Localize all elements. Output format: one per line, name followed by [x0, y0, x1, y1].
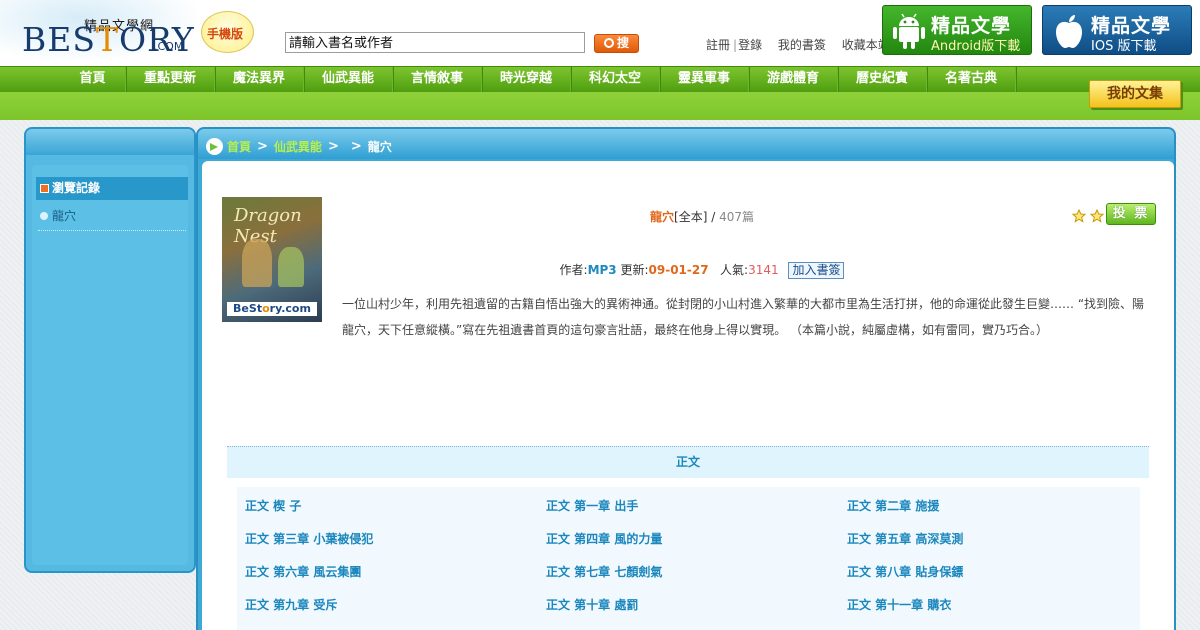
book-name[interactable]: 龍穴 [650, 210, 674, 224]
my-bookshelf-link[interactable]: 我的書簽 [778, 38, 826, 52]
vote-button[interactable]: 投 票 [1106, 203, 1156, 225]
nav-item-magic[interactable]: 魔法異界 [215, 67, 304, 93]
nav-item-history[interactable]: 曆史紀實 [838, 67, 927, 93]
chapter-link[interactable]: 正文 第六章 風云集團 [245, 563, 361, 580]
chapter-row: 正文 第六章 風云集團 正文 第七章 七顏劍氣 正文 第八章 貼身保鏢 [237, 553, 1140, 586]
chapter-row: 正文 第九章 受斥 正文 第十章 處罰 正文 第十一章 購衣 [237, 586, 1140, 619]
chapter-link[interactable]: 正文 第一章 出手 [546, 497, 638, 514]
site-logo[interactable]: 精品文學網 BESTORY .COM [0, 0, 196, 60]
cover-figure [242, 239, 272, 287]
nav-item-key-updates[interactable]: 重點更新 [126, 67, 215, 93]
star-icon [1089, 208, 1105, 223]
my-collection-button[interactable]: 我的文集 [1089, 80, 1181, 108]
popularity-value: 3141 [748, 263, 779, 277]
main-panel: 首頁 > 仙武異能 > > 龍穴 Dragon Nest BeStory.com… [196, 127, 1176, 630]
ios-download-button[interactable]: 精品文學 IOS 版下載 [1042, 5, 1192, 55]
breadcrumb-category[interactable]: 仙武異能 [274, 138, 322, 155]
main-nav: 首頁 重點更新 魔法異界 仙武異能 言情敘事 時光穿越 科幻太空 靈異軍事 游戲… [0, 66, 1200, 93]
chapter-link[interactable]: 正文 第二章 施援 [847, 497, 939, 514]
android-app-title: 精品文學 [931, 15, 1012, 37]
add-bookmark-button[interactable]: 加入書簽 [788, 262, 845, 279]
update-date: 09-01-27 [648, 263, 709, 277]
book-detail-content: Dragon Nest BeStory.com 龍穴[全本] / 407篇 投 … [202, 161, 1174, 630]
android-download-button[interactable]: 精品文學 Android版下載 [882, 5, 1032, 55]
update-label: 更新: [620, 263, 649, 277]
breadcrumb-home[interactable]: 首頁 [227, 138, 251, 155]
star-icon [1071, 208, 1087, 223]
history-item[interactable]: 龍穴 [38, 207, 186, 231]
mobile-version-badge[interactable]: 手機版 [201, 11, 254, 53]
login-link[interactable]: 登錄 [738, 38, 762, 52]
site-header: 精品文學網 BESTORY .COM 手機版 請輸入書名或作者 搜 註冊 |登錄 … [0, 0, 1200, 66]
ios-app-title: 精品文學 [1091, 15, 1172, 37]
sub-nav-bar [0, 92, 1200, 120]
register-link[interactable]: 註冊 [706, 38, 730, 52]
chapter-link[interactable]: 正文 第十章 處罰 [546, 596, 638, 613]
history-heading-label: 瀏覽記錄 [52, 181, 101, 195]
chapter-link[interactable]: 正文 第七章 七顏劍氣 [546, 563, 662, 580]
nav-item-games[interactable]: 游戲體育 [749, 67, 838, 93]
chapter-section-heading: 正文 [227, 446, 1149, 478]
search-button-label: 搜 [616, 36, 629, 50]
breadcrumb-current: 龍穴 [367, 139, 392, 154]
history-item-label: 龍穴 [52, 209, 77, 223]
chapter-row: 正文 第三章 小葉被侵犯 正文 第四章 風的力量 正文 第五章 高深莫測 [237, 520, 1140, 553]
search-button[interactable]: 搜 [594, 34, 639, 53]
nav-item-home[interactable]: 首頁 [60, 67, 126, 93]
nav-item-classics[interactable]: 名著古典 [927, 67, 1016, 93]
book-status: [全本] [674, 210, 708, 224]
book-synopsis: 一位山村少年，利用先祖遺留的古籍自悟出強大的異術神通。從封閉的小山村進入繁華的大… [342, 297, 1145, 337]
rating-stars [1071, 208, 1105, 226]
chapter-link[interactable]: 正文 第三章 小葉被侵犯 [245, 530, 373, 547]
chapter-link[interactable]: 正文 楔 子 [245, 497, 301, 514]
chapter-link[interactable]: 正文 第十一章 購衣 [847, 596, 951, 613]
chapter-count: 407篇 [719, 210, 754, 224]
sidebar: 瀏覽記錄 龍穴 [24, 127, 196, 573]
author-label: 作者: [559, 263, 588, 277]
apple-icon [1056, 15, 1082, 48]
search-icon [603, 38, 614, 48]
logo-domain-suffix: .COM [154, 40, 184, 53]
book-cover-image[interactable]: Dragon Nest BeStory.com [222, 197, 322, 322]
nav-item-supernatural[interactable]: 靈異軍事 [660, 67, 749, 93]
nav-item-martial[interactable]: 仙武異能 [304, 67, 393, 93]
link-separator: | [733, 38, 738, 52]
breadcrumb-separator: > [257, 138, 268, 154]
breadcrumb-separator: > [327, 138, 339, 154]
chapter-row: 正文 楔 子 正文 第一章 出手 正文 第二章 施援 [237, 487, 1140, 520]
mobile-version-label: 手機版 [207, 27, 244, 41]
history-bullet-icon [40, 184, 49, 193]
android-app-subtitle: Android版下載 [931, 39, 1021, 54]
android-icon [893, 13, 925, 49]
nav-item-scifi[interactable]: 科幻太空 [571, 67, 660, 93]
search-input[interactable]: 請輸入書名或作者 [285, 32, 585, 53]
cover-watermark: BeStory.com [227, 302, 317, 316]
arrow-circle-icon [206, 137, 223, 155]
chapter-link[interactable]: 正文 第八章 貼身保鏢 [847, 563, 963, 580]
breadcrumb: 首頁 > 仙武異能 > > 龍穴 [206, 137, 392, 155]
nav-item-time-travel[interactable]: 時光穿越 [482, 67, 571, 93]
history-heading: 瀏覽記錄 [36, 177, 188, 200]
nav-item-romance[interactable]: 言情敘事 [393, 67, 482, 93]
ios-app-subtitle: IOS 版下載 [1091, 39, 1157, 54]
popularity-label: 人氣: [720, 263, 749, 277]
author-link[interactable]: MP3 [588, 263, 617, 277]
cover-figure [278, 247, 304, 287]
bullet-icon [40, 212, 48, 220]
breadcrumb-separator: > [350, 138, 362, 154]
sidebar-cap [26, 129, 194, 155]
book-title-line: 龍穴[全本] / 407篇 [650, 210, 754, 224]
chapter-link[interactable]: 正文 第四章 風的力量 [546, 530, 662, 547]
chapter-link[interactable]: 正文 第九章 受斥 [245, 596, 337, 613]
chapter-link[interactable]: 正文 第五章 高深莫測 [847, 530, 963, 547]
top-links: 註冊 |登錄 我的書簽 收藏本站 [706, 36, 892, 53]
book-meta: 作者:MP3 更新:09-01-27 人氣:3141 加入書簽 [342, 261, 1062, 279]
chapter-list: 正文 楔 子 正文 第一章 出手 正文 第二章 施援 正文 第三章 小葉被侵犯 … [237, 487, 1140, 630]
